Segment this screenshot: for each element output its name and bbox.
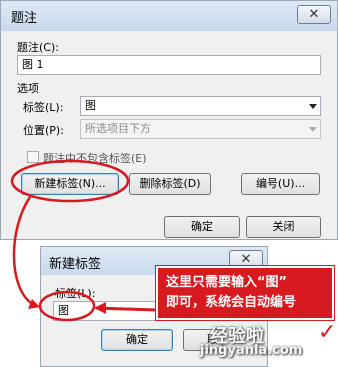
- new-label-ok-button[interactable]: 确定: [101, 329, 173, 351]
- tag-select[interactable]: 图: [80, 96, 321, 116]
- close-icon[interactable]: ✕: [297, 5, 331, 24]
- position-select-value: 所选项目下方: [85, 122, 151, 135]
- tag-select-value: 图: [85, 99, 96, 112]
- exclude-label-checkbox[interactable]: [27, 151, 39, 163]
- annotation-arrowhead: [28, 299, 40, 309]
- new-label-button[interactable]: 新建标签(N)...: [21, 173, 119, 195]
- annotation-line-1: 这里只需要输入“图”: [166, 275, 288, 290]
- caption-dialog-title: 题注: [11, 11, 38, 26]
- exclude-label-text: 题注中不包含标签(E): [43, 152, 147, 165]
- delete-label-button[interactable]: 删除标签(D): [129, 173, 211, 195]
- caption-input[interactable]: 图 1: [17, 55, 321, 75]
- caption-dialog-titlebar: 题注 ✕: [1, 1, 337, 31]
- check-icon: ✓: [318, 320, 337, 345]
- watermark-url: jingyanla.com: [200, 343, 303, 358]
- position-select[interactable]: 所选项目下方: [80, 119, 321, 139]
- close-button[interactable]: 关闭: [246, 216, 321, 238]
- ok-button[interactable]: 确定: [164, 216, 240, 238]
- annotation-callout: 这里只需要输入“图” 即可，系统会自动编号: [156, 266, 334, 320]
- position-field-label: 位置(P):: [23, 124, 64, 137]
- options-group-label: 选项: [17, 82, 39, 95]
- new-label-dialog-title: 新建标签: [49, 257, 102, 272]
- numbering-button[interactable]: 编号(U)...: [241, 173, 320, 195]
- tag-field-label: 标签(L):: [23, 101, 64, 114]
- label-field-label: 标签(L):: [55, 287, 96, 300]
- caption-field-label: 题注(C):: [17, 41, 59, 54]
- annotation-line-2: 即可，系统会自动编号: [166, 295, 297, 310]
- chevron-down-icon: [309, 104, 317, 109]
- caption-dialog: 题注 ✕ 题注(C): 图 1 选项 标签(L): 图 位置(P): 所选项目下…: [0, 0, 338, 240]
- chevron-down-icon: [309, 127, 317, 132]
